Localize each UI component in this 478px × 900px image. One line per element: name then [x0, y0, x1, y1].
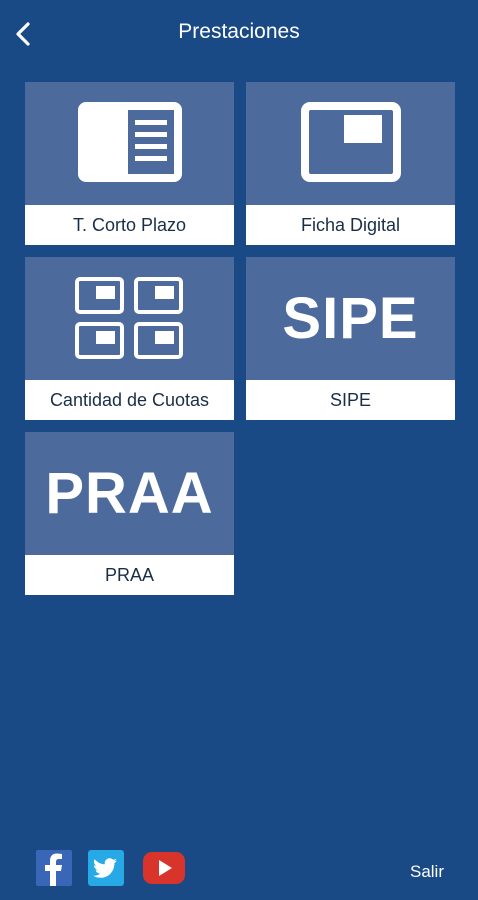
- praa-text-icon: PRAA: [45, 460, 214, 526]
- grid-of-cards-icon: [75, 277, 183, 359]
- facebook-icon[interactable]: [36, 850, 72, 886]
- tile-sipe[interactable]: SIPE SIPE: [246, 257, 455, 420]
- tile-icon-area: [25, 257, 234, 379]
- sipe-text-icon: SIPE: [282, 285, 419, 351]
- tile-label: PRAA: [25, 555, 234, 595]
- tile-icon-area: [246, 82, 455, 204]
- tile-label: Cantidad de Cuotas: [25, 380, 234, 420]
- tile-label: Ficha Digital: [246, 205, 455, 245]
- twitter-icon[interactable]: [88, 850, 124, 886]
- page-title: Prestaciones: [178, 20, 300, 43]
- tile-ficha-digital[interactable]: Ficha Digital: [246, 82, 455, 245]
- youtube-icon[interactable]: [143, 850, 185, 886]
- card-with-badge-icon: [301, 102, 401, 182]
- tile-icon-area: [25, 82, 234, 204]
- tile-cantidad-cuotas[interactable]: Cantidad de Cuotas: [25, 257, 234, 420]
- card-with-list-icon: [78, 102, 182, 182]
- logout-button[interactable]: Salir: [410, 862, 444, 882]
- tile-praa[interactable]: PRAA PRAA: [25, 432, 234, 595]
- top-bar: Prestaciones: [0, 0, 478, 68]
- tile-label: SIPE: [246, 380, 455, 420]
- tile-corto-plazo[interactable]: T. Corto Plazo: [25, 82, 234, 245]
- tile-label: T. Corto Plazo: [25, 205, 234, 245]
